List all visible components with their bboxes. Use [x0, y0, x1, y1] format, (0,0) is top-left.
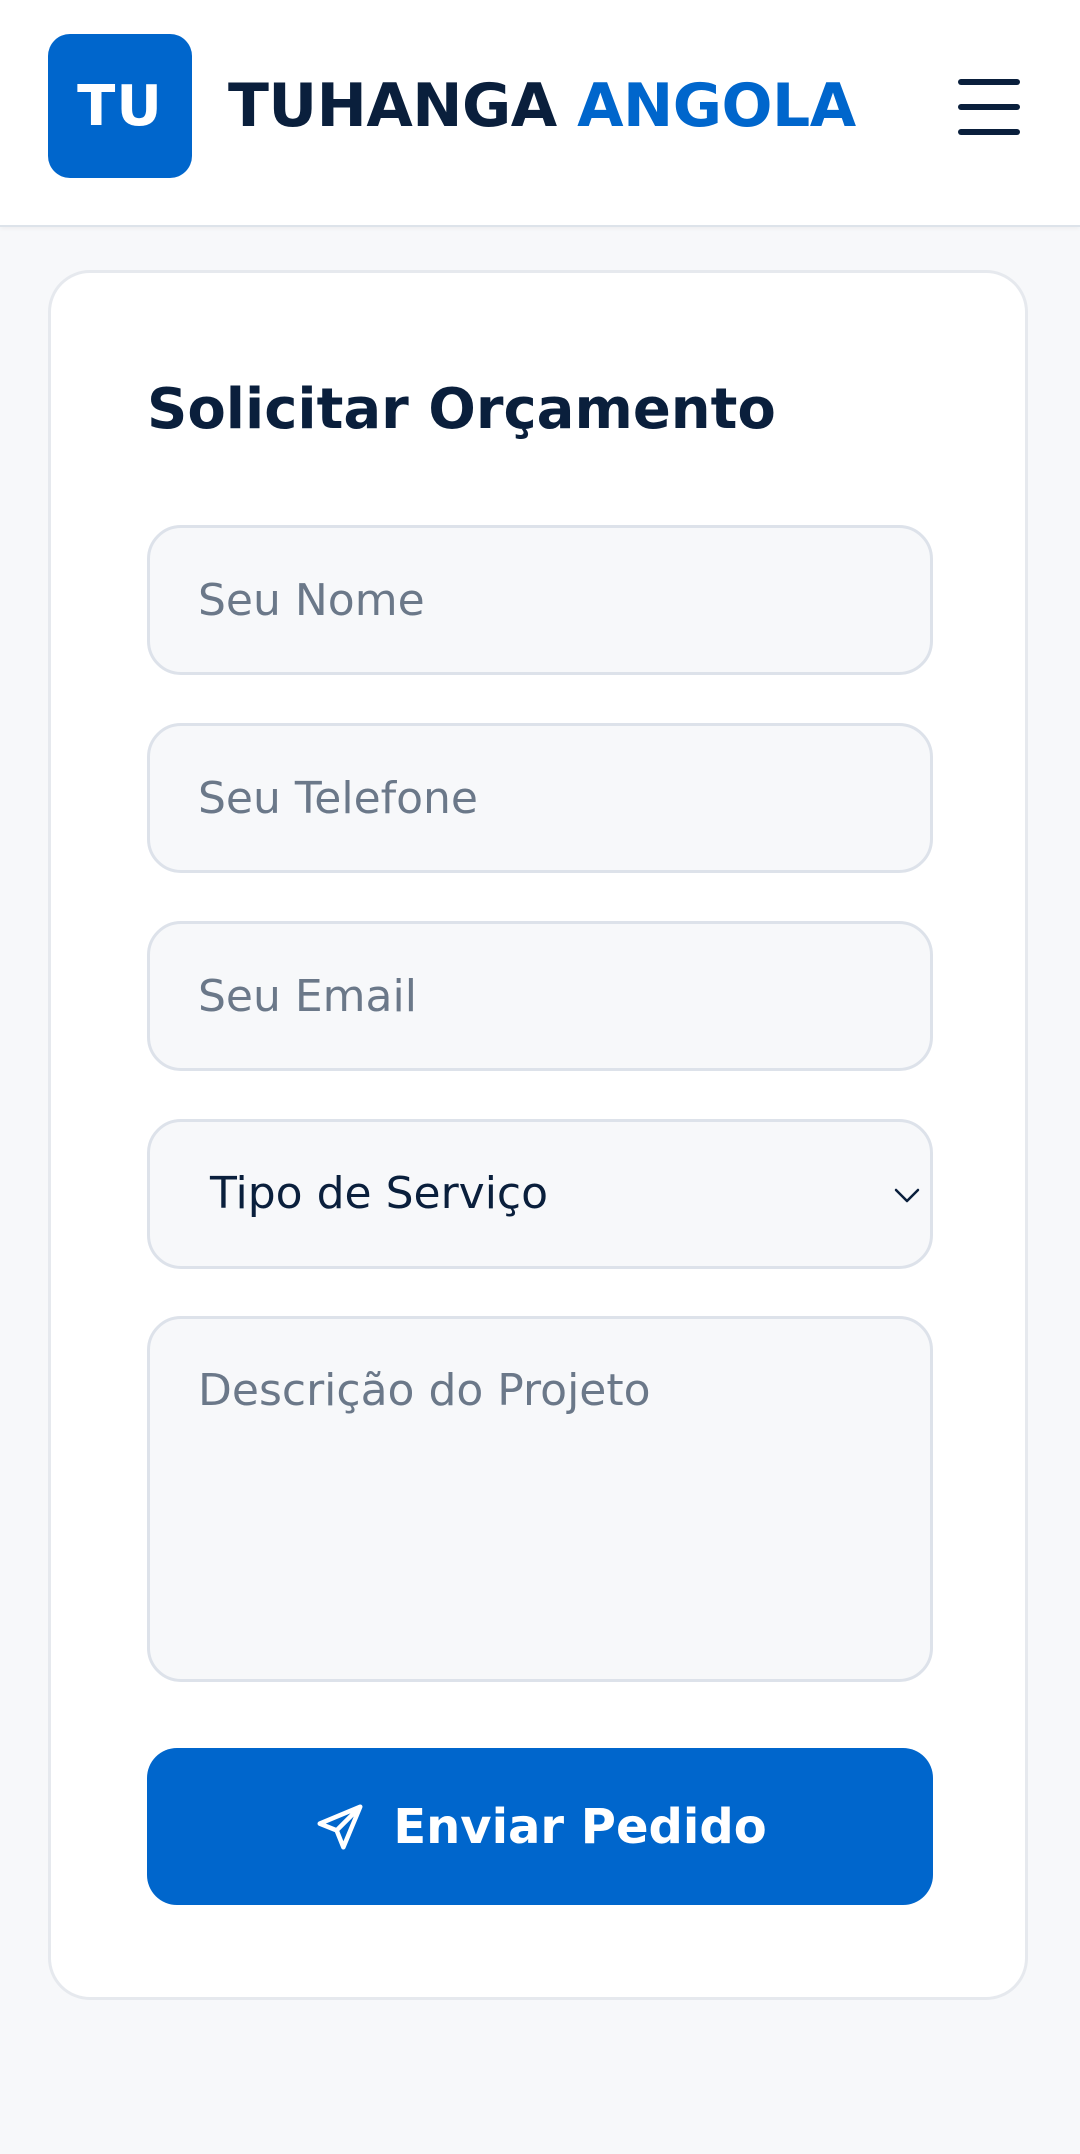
- brand-name-part2: ANGOLA: [577, 71, 856, 141]
- send-icon: [317, 1804, 363, 1849]
- submit-button[interactable]: Enviar Pedido: [147, 1748, 933, 1905]
- hamburger-menu-icon[interactable]: [948, 70, 1032, 144]
- form-title: Solicitar Orçamento: [147, 377, 776, 442]
- name-input[interactable]: [147, 525, 933, 675]
- brand-name[interactable]: TUHANGA ANGOLA: [228, 68, 856, 144]
- submit-button-label: Enviar Pedido: [393, 1798, 767, 1855]
- site-header: TU TUHANGA ANGOLA: [0, 0, 1080, 227]
- email-input[interactable]: [147, 921, 933, 1071]
- brand-name-part1: TUHANGA: [228, 71, 557, 141]
- service-type-selected: Tipo de Serviço: [210, 1168, 549, 1219]
- chevron-down-icon: [894, 1188, 920, 1203]
- logo[interactable]: TU: [48, 34, 192, 178]
- service-type-select[interactable]: Tipo de Serviço: [147, 1119, 933, 1269]
- project-description-textarea[interactable]: [147, 1316, 933, 1682]
- phone-input[interactable]: [147, 723, 933, 873]
- logo-initials: TU: [77, 73, 163, 139]
